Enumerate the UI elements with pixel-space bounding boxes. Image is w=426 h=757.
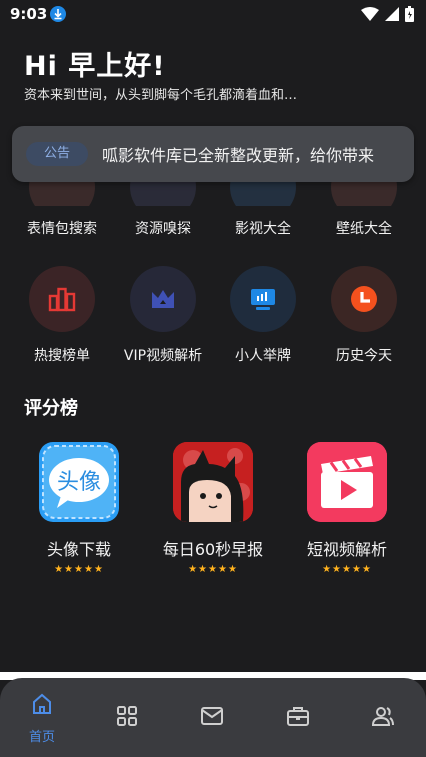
rating-stars: ★★★★★ (322, 564, 372, 575)
grid-item-movies[interactable]: 影视大全 (213, 218, 313, 238)
app-name: 每日60秒早报 (162, 540, 264, 559)
grid-item-signboard[interactable]: 小人举牌 (213, 345, 313, 365)
status-time: 9:03 (10, 5, 48, 23)
rating-stars: ★★★★★ (188, 564, 238, 575)
rating-stars: ★★★★★ (54, 564, 104, 575)
signal-icon (385, 7, 399, 21)
nav-apps[interactable] (102, 704, 152, 754)
wifi-icon (361, 7, 379, 21)
notice-text: 呱影软件库已全新整改更新，给你带来 (102, 146, 375, 165)
grid-item-wallpaper[interactable]: 壁纸大全 (314, 218, 414, 238)
app-card-morning-news[interactable]: 每日60秒早报 ★★★★★ (148, 442, 278, 575)
notice-banner[interactable]: 公告 呱影软件库已全新整改更新，给你带来 (12, 126, 414, 182)
app-card-short-video[interactable]: 短视频解析 ★★★★★ (282, 442, 412, 575)
grid-item-vip-video[interactable]: VIP视频解析 (113, 345, 213, 365)
app-name: 短视频解析 (306, 540, 387, 559)
svg-text:头像: 头像 (57, 470, 101, 495)
app-card-avatar[interactable]: 头像 头像下载 ★★★★★ (14, 442, 144, 575)
clock-icon[interactable] (331, 266, 397, 332)
user-icon (371, 707, 394, 726)
grid-item-emoji-search[interactable]: 表情包搜索 (12, 218, 112, 238)
grid-item-resource-sniff[interactable]: 资源嗅探 (113, 218, 213, 238)
nav-home[interactable]: 首页 (17, 692, 67, 745)
nav-profile[interactable] (358, 704, 408, 754)
grid-item-hot-chart[interactable]: 热搜榜单 (12, 345, 112, 365)
short-video-app-icon (307, 442, 387, 522)
toolbox-icon (287, 707, 309, 726)
morning-news-app-icon (173, 442, 253, 522)
app-name: 头像下载 (46, 540, 111, 559)
movie-icon[interactable] (230, 182, 296, 206)
resource-sniff-icon[interactable] (130, 182, 196, 206)
greeting-subtitle: 资本来到世间，从头到脚每个毛孔都滴着血和… (24, 88, 298, 103)
wallpaper-icon[interactable] (331, 182, 397, 206)
signboard-icon[interactable] (230, 266, 296, 332)
download-icon (50, 6, 66, 22)
nav-toolbox[interactable] (273, 704, 323, 754)
status-icons (361, 6, 414, 22)
crown-icon[interactable] (130, 266, 196, 332)
greeting-title: Hi 早上好! (24, 51, 166, 82)
notice-badge: 公告 (26, 142, 88, 166)
avatar-app-icon: 头像 (39, 442, 119, 522)
nav-messages[interactable] (187, 704, 237, 754)
apps-icon (117, 706, 137, 726)
bottom-nav: 首页 (0, 678, 426, 757)
ratings-title: 评分榜 (24, 398, 78, 419)
status-bar: 9:03 (0, 0, 426, 30)
battery-icon (405, 6, 414, 22)
emoji-search-icon[interactable] (29, 182, 95, 206)
grid-row1-icons (0, 182, 426, 206)
grid-item-history-today[interactable]: 历史今天 (314, 345, 414, 365)
mail-icon (201, 707, 223, 725)
hot-chart-icon[interactable] (29, 266, 95, 332)
nav-home-label: 首页 (28, 730, 55, 745)
home-icon (33, 693, 51, 714)
